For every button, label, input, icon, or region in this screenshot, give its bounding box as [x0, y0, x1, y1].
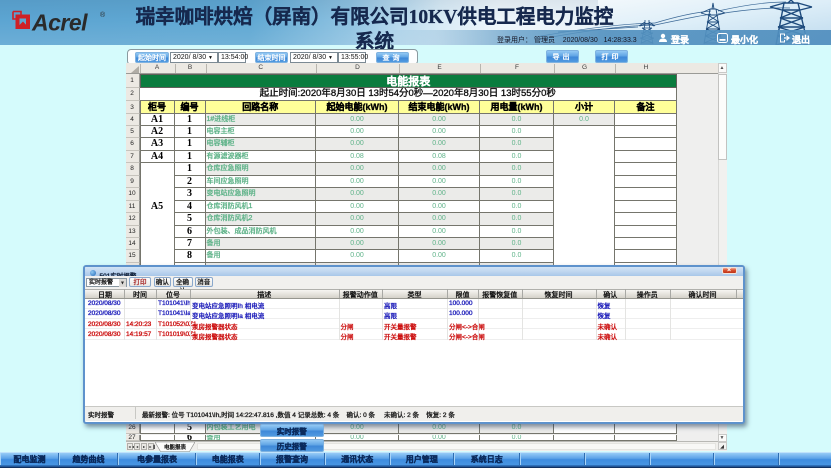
- svg-text:Acrel: Acrel: [31, 10, 88, 35]
- svg-text:®: ®: [100, 11, 106, 19]
